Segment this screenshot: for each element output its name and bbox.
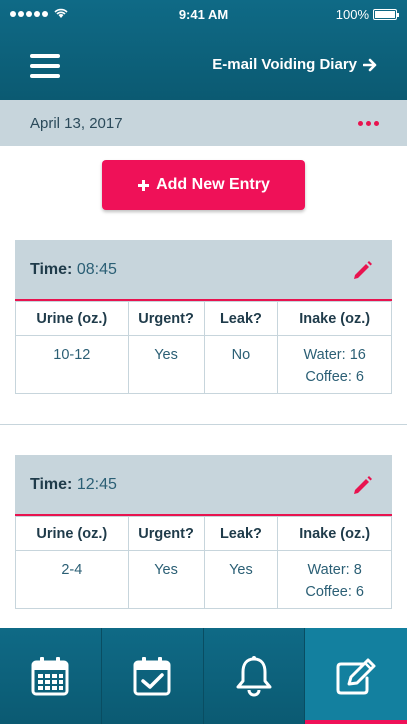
edit-icon <box>336 658 376 695</box>
email-diary-button[interactable]: E-mail Voiding Diary <box>212 56 377 73</box>
calendar-icon <box>31 657 69 696</box>
urine-cell: 10-12 <box>15 335 129 394</box>
entry-time: Time: 12:45 <box>30 476 117 494</box>
time-label: Time: <box>30 261 73 278</box>
battery-indicator: 100% <box>335 7 399 22</box>
col-header-leak: Leak? <box>203 516 279 551</box>
tab-notifications[interactable] <box>204 628 306 724</box>
entry-header: Time: 08:45 <box>15 240 392 301</box>
col-header-urgent: Urgent? <box>127 301 205 336</box>
bottom-tab-bar <box>0 628 407 724</box>
col-header-urine: Urine (oz.) <box>15 301 129 336</box>
intake-water: Water: 16 <box>303 347 366 363</box>
tab-calendar[interactable] <box>0 628 102 724</box>
col-header-leak: Leak? <box>203 301 279 336</box>
intake-cell: Water: 8 Coffee: 6 <box>277 550 392 609</box>
time-value: 08:45 <box>76 261 117 278</box>
edit-pencil-icon[interactable] <box>352 474 374 496</box>
table-row: 2-4 Yes Yes Water: 8 Coffee: 6 <box>15 550 392 609</box>
add-new-entry-label: Add New Entry <box>156 176 270 193</box>
urine-cell: 2-4 <box>15 550 129 609</box>
intake-coffee: Coffee: 6 <box>305 584 364 600</box>
date-bar: April 13, 2017 <box>0 100 407 146</box>
intake-cell: Water: 16 Coffee: 6 <box>277 335 392 394</box>
leak-cell: No <box>203 335 279 394</box>
time-label: Time: <box>30 476 73 493</box>
app-header: 9:41 AM 100% E-mail Voiding Diary <box>0 0 407 100</box>
entry-table: Urine (oz.) Urgent? Leak? Inake (oz.) 10… <box>15 301 392 394</box>
tab-edit[interactable] <box>305 628 407 724</box>
add-new-entry-button[interactable]: Add New Entry <box>102 160 305 210</box>
entry-header: Time: 12:45 <box>15 455 392 516</box>
entry-table: Urine (oz.) Urgent? Leak? Inake (oz.) 2-… <box>15 516 392 609</box>
table-header-row: Urine (oz.) Urgent? Leak? Inake (oz.) <box>15 301 392 336</box>
time-value: 12:45 <box>76 476 117 493</box>
intake-coffee: Coffee: 6 <box>305 369 364 385</box>
bell-icon <box>236 656 272 697</box>
table-row: 10-12 Yes No Water: 16 Coffee: 6 <box>15 335 392 394</box>
battery-percent: 100% <box>335 7 369 22</box>
intake-water: Water: 8 <box>307 562 362 578</box>
current-date: April 13, 2017 <box>30 115 123 132</box>
plus-icon <box>138 179 150 191</box>
edit-pencil-icon[interactable] <box>352 259 374 281</box>
entry-divider <box>0 424 407 425</box>
table-header-row: Urine (oz.) Urgent? Leak? Inake (oz.) <box>15 516 392 551</box>
col-header-intake: Inake (oz.) <box>277 301 392 336</box>
col-header-intake: Inake (oz.) <box>277 516 392 551</box>
diary-entry: Time: 08:45 Urine (oz.) Urgent? Leak? In… <box>15 240 392 394</box>
status-bar: 9:41 AM 100% <box>0 0 407 30</box>
arrow-right-icon <box>363 58 377 71</box>
battery-icon <box>373 9 399 20</box>
urgent-cell: Yes <box>127 335 205 394</box>
urgent-cell: Yes <box>127 550 205 609</box>
calendar-check-icon <box>133 657 171 696</box>
hamburger-menu-icon[interactable] <box>30 54 60 78</box>
col-header-urine: Urine (oz.) <box>15 516 129 551</box>
diary-entry: Time: 12:45 Urine (oz.) Urgent? Leak? In… <box>15 455 392 609</box>
col-header-urgent: Urgent? <box>127 516 205 551</box>
more-options-icon[interactable] <box>358 121 379 126</box>
leak-cell: Yes <box>203 550 279 609</box>
tab-calendar-check[interactable] <box>102 628 204 724</box>
entry-time: Time: 08:45 <box>30 261 117 279</box>
email-diary-label: E-mail Voiding Diary <box>212 56 357 73</box>
